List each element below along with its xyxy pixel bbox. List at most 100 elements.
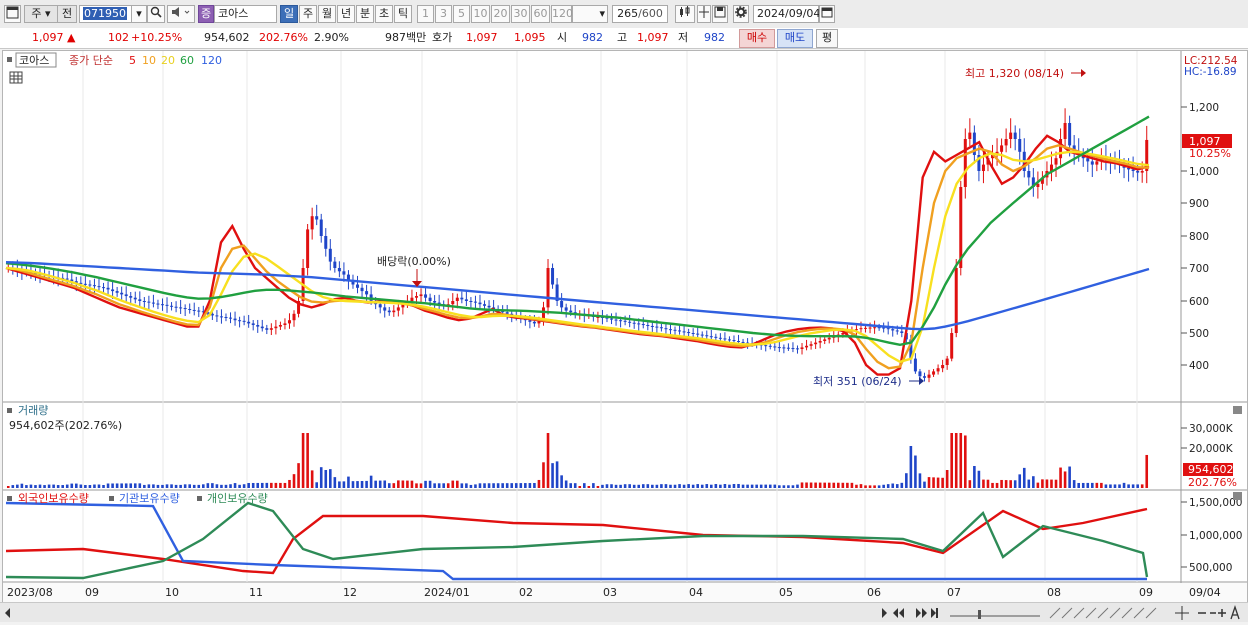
volume-bar <box>465 483 468 488</box>
volume-bar <box>991 482 994 488</box>
font-size-icon[interactable] <box>1230 604 1240 620</box>
volume-bar <box>1050 479 1053 488</box>
eval-button[interactable]: 평 <box>816 29 838 48</box>
candle-body <box>546 268 550 308</box>
candle-body <box>714 336 718 338</box>
timeframe-button[interactable]: 분 <box>356 5 374 23</box>
zoom-in-icon[interactable] <box>1218 609 1226 617</box>
crosshair-button[interactable] <box>697 5 711 23</box>
timeframe-button[interactable]: 틱 <box>394 5 412 23</box>
legend-square-icon <box>109 496 114 501</box>
candle-body <box>1090 161 1094 165</box>
volume-bar <box>88 485 92 488</box>
buy-button[interactable]: 매수 <box>739 29 775 48</box>
volume-bar <box>941 477 944 488</box>
volume-bar <box>283 482 287 488</box>
volume-bar <box>719 484 722 488</box>
volume-bar <box>446 483 450 488</box>
volume-bar <box>1063 471 1067 488</box>
candle-type-button[interactable] <box>675 5 695 23</box>
candle-body <box>1054 158 1058 165</box>
table-view-icon[interactable] <box>9 71 23 84</box>
step-back-icon[interactable] <box>893 608 904 618</box>
panel-close-icon[interactable] <box>1233 492 1242 500</box>
volume-bar <box>846 482 849 488</box>
volume-bar <box>11 485 15 488</box>
code-dropdown-button[interactable]: ▾ <box>131 5 147 23</box>
chart-window-icon[interactable] <box>4 5 21 23</box>
timeframe-button[interactable]: 월 <box>318 5 336 23</box>
sell-button[interactable]: 매도 <box>777 29 813 48</box>
candle-body <box>174 306 178 308</box>
interval-button[interactable]: 20 <box>491 5 510 23</box>
candle-body <box>238 320 242 322</box>
chart-area[interactable]: 400 500 600 700 800 900 1,000 1,200 20,000K 30,0… <box>2 50 1248 603</box>
volume-bar <box>238 484 241 488</box>
candle-body <box>791 348 795 350</box>
zoom-slider-thumb[interactable] <box>978 610 981 619</box>
settings-button[interactable] <box>733 5 749 23</box>
volume-bar <box>723 484 727 488</box>
date-input[interactable]: 2024/09/04 <box>753 5 821 23</box>
legend-square-icon <box>7 57 12 62</box>
candle-body <box>891 329 895 331</box>
legend-square-icon <box>7 408 12 413</box>
candle-body <box>814 342 818 345</box>
interval-button[interactable]: 1 <box>417 5 434 23</box>
timeframe-button[interactable]: 초 <box>375 5 393 23</box>
scroll-end-icon[interactable] <box>931 608 938 618</box>
volume-bar <box>995 482 999 488</box>
volume-bar <box>886 484 890 488</box>
volume-bar <box>900 482 904 488</box>
calendar-button[interactable] <box>819 5 835 23</box>
volume-bar <box>669 484 672 488</box>
volume-bar <box>256 482 260 488</box>
interval-button[interactable]: 60 <box>531 5 550 23</box>
interval-button[interactable]: 3 <box>435 5 452 23</box>
volume-bar <box>102 485 105 488</box>
chart-svg[interactable]: 400 500 600 700 800 900 1,000 1,200 20,000K 30,0… <box>3 51 1247 602</box>
stock-name-field[interactable]: 코아스 <box>214 5 277 23</box>
panel-close-icon[interactable] <box>1233 406 1242 414</box>
search-button[interactable] <box>147 5 165 23</box>
candle-body <box>356 284 360 288</box>
scroll-left-icon[interactable] <box>5 608 10 618</box>
date-axis-label: 05 <box>779 586 793 599</box>
timeframe-button[interactable]: 일 <box>280 5 298 23</box>
chart-scrollbar[interactable] <box>0 602 1248 622</box>
volume-title: 거래량 <box>18 404 48 417</box>
interval-button[interactable]: 5 <box>453 5 470 23</box>
timeframe-button[interactable]: 주 <box>299 5 317 23</box>
candle-body <box>147 301 151 303</box>
date-value: 2024/09/04 <box>757 7 821 20</box>
volume-bar <box>397 480 400 488</box>
high-label: 고 <box>617 31 628 44</box>
candle-body <box>192 309 196 311</box>
candle-body <box>473 301 477 303</box>
candle-body <box>700 334 704 336</box>
volume-bar <box>460 483 464 488</box>
speaker-button[interactable] <box>167 5 195 23</box>
step-forward-icon[interactable] <box>916 608 927 618</box>
drawing-tools-icon[interactable] <box>1049 607 1157 619</box>
count-input[interactable]: 265/600 <box>612 5 668 23</box>
volume-bar <box>79 484 83 488</box>
volume-bar <box>864 485 867 488</box>
pan-icon[interactable] <box>1175 606 1189 620</box>
interval-button[interactable]: 120 <box>551 5 573 23</box>
interval-button[interactable]: 30 <box>511 5 530 23</box>
scroll-right-icon[interactable] <box>882 608 887 618</box>
stock-code-input[interactable]: 071950 <box>79 5 139 23</box>
volume-tick-label: 20,000K <box>1189 443 1234 455</box>
volume-bar <box>97 484 101 488</box>
volume-bar <box>242 484 246 488</box>
candle-body <box>278 325 282 327</box>
save-button[interactable] <box>712 5 728 23</box>
volume-bar <box>1100 482 1103 488</box>
prev-button[interactable]: 전 <box>57 5 77 23</box>
interval-button[interactable]: 10 <box>471 5 490 23</box>
ma-legend-60: 60 <box>180 54 194 67</box>
period-type-select[interactable]: 주 ▾ <box>24 5 58 23</box>
count-dropdown[interactable]: ▾ <box>572 5 608 23</box>
timeframe-button[interactable]: 년 <box>337 5 355 23</box>
